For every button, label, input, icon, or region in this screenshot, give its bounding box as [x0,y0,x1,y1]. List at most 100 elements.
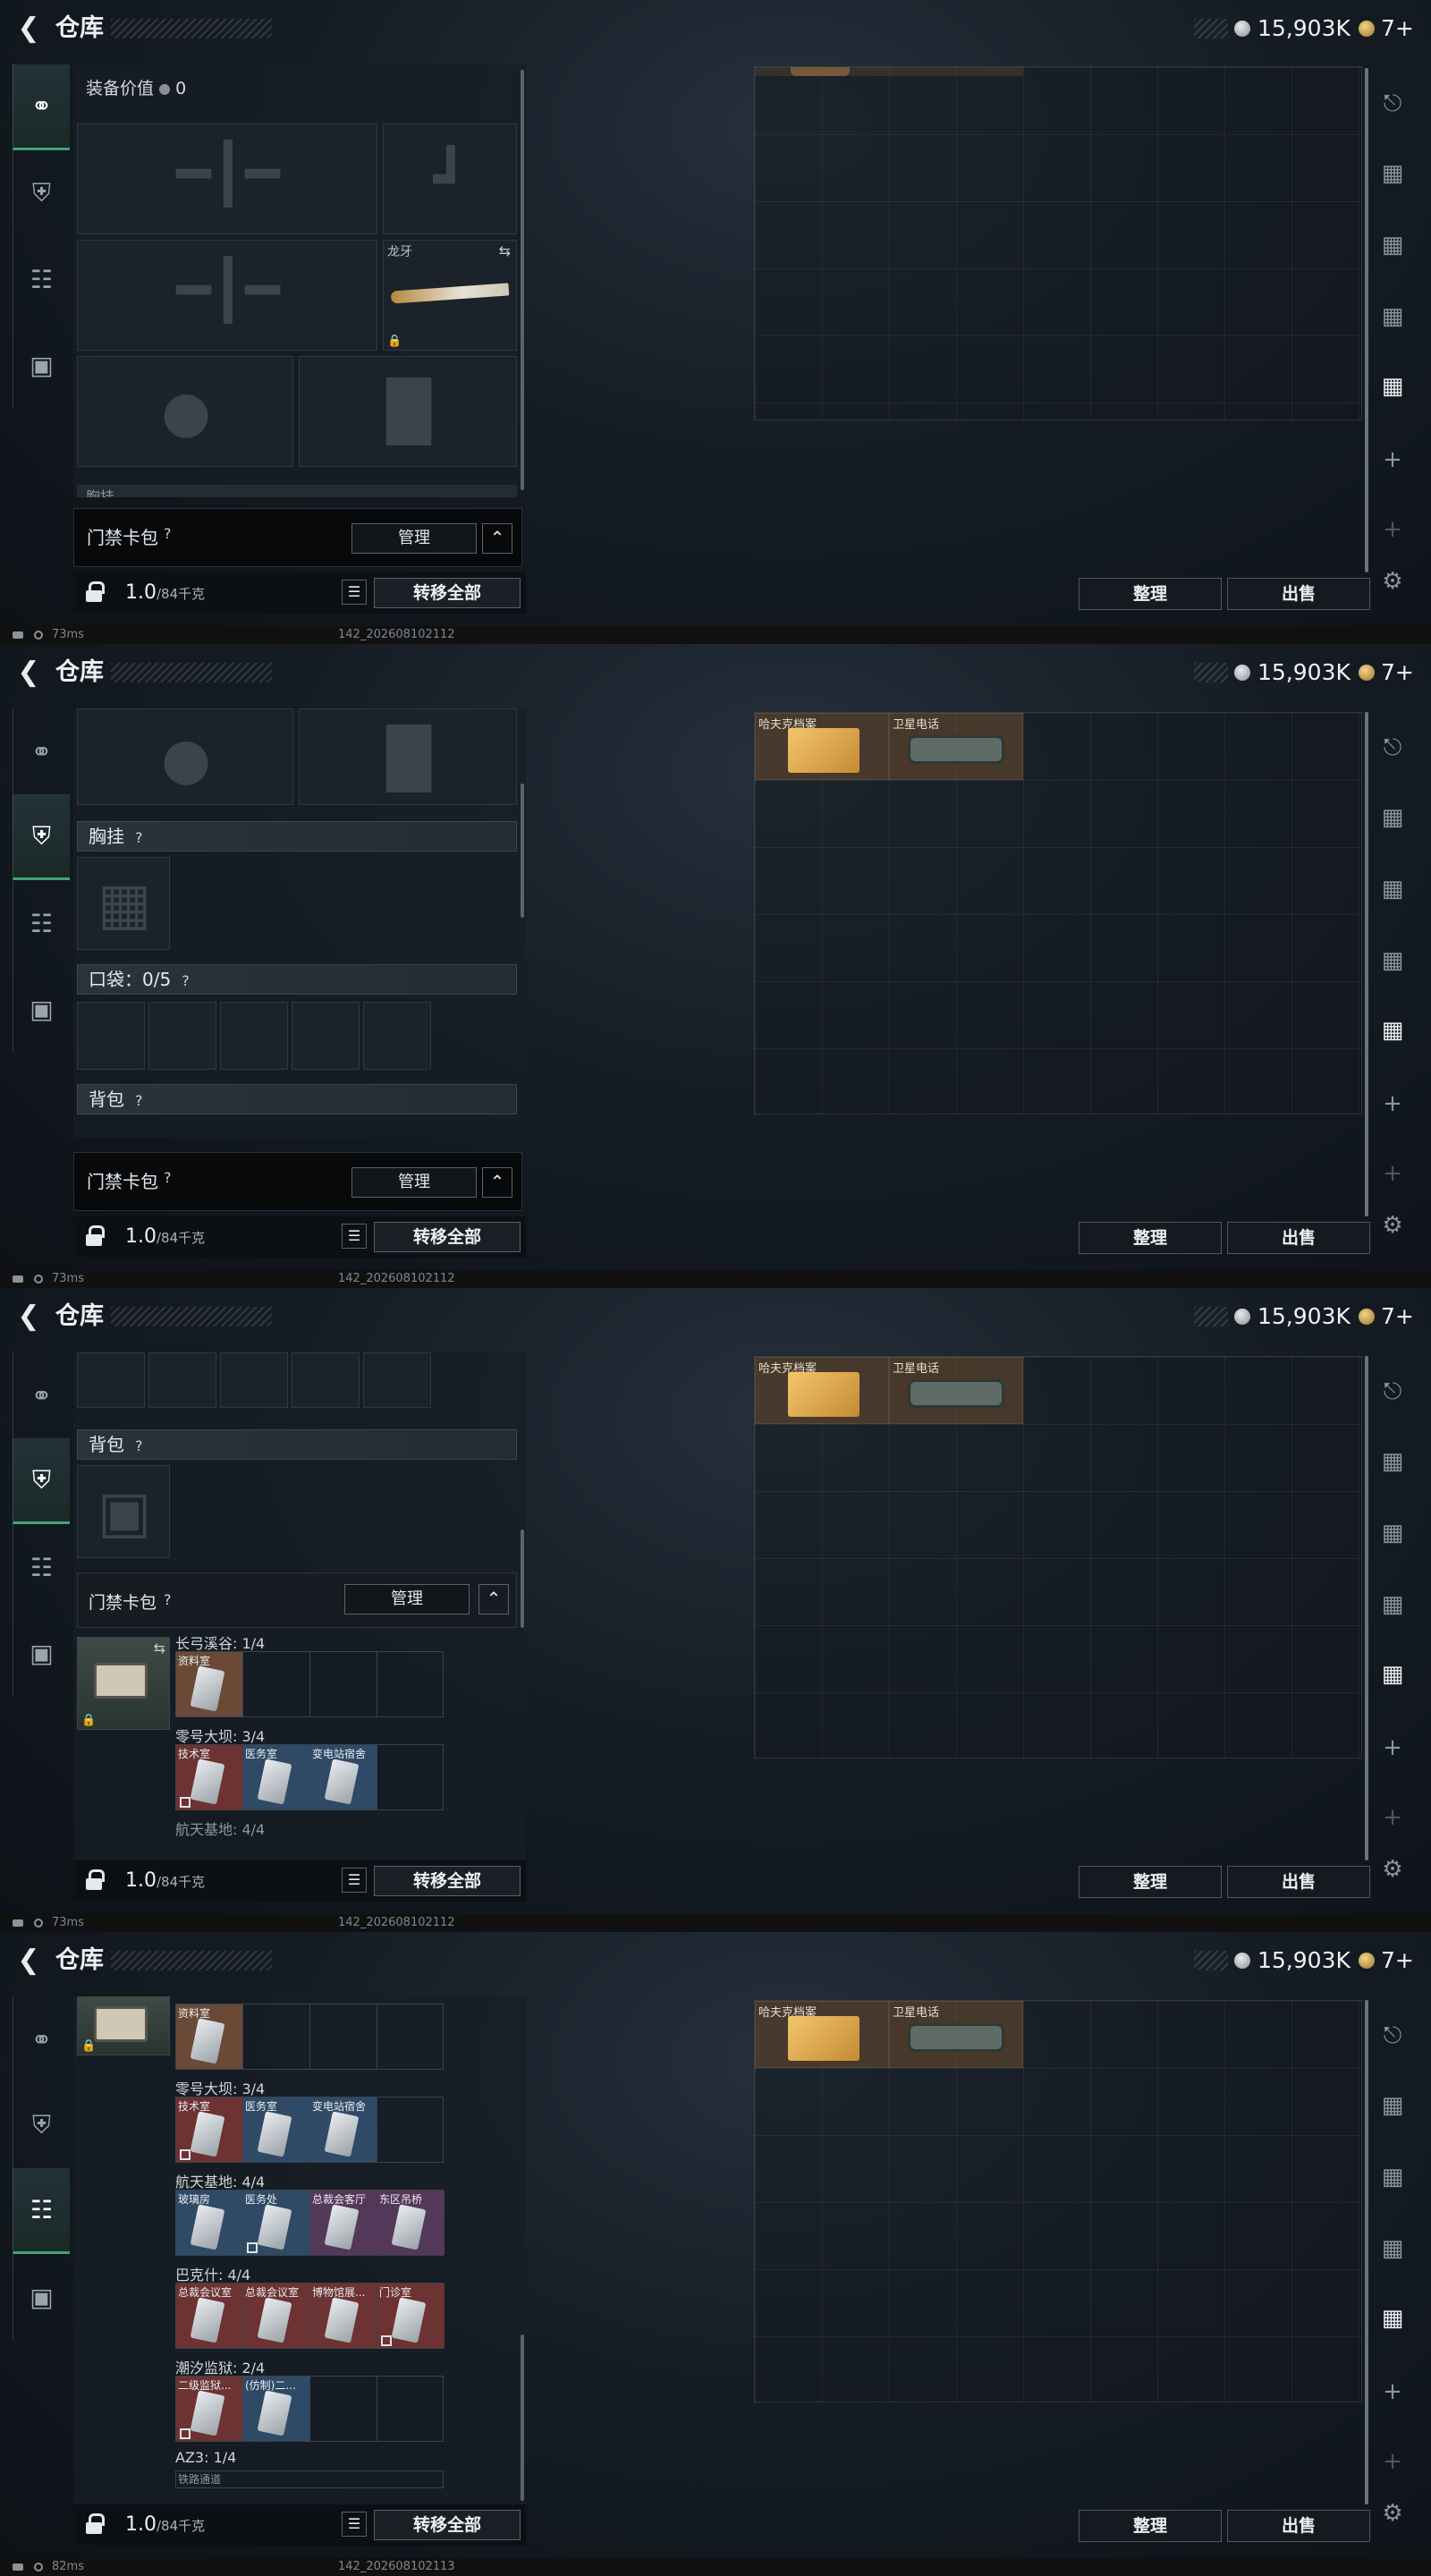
add-tab-icon[interactable]: + [1375,1156,1410,1191]
move-all-button[interactable]: 转移全部 [374,1222,521,1252]
keycard-slot[interactable]: 医务室 [243,1745,310,1809]
stash-tab-icon[interactable]: ▦ [1375,1444,1410,1479]
ticket-count[interactable]: 7+ [1381,1945,1414,1977]
manage-button[interactable]: 管理 [344,1584,470,1614]
help-icon[interactable]: ? [164,525,172,542]
sort-button[interactable]: 整理 [1079,2510,1222,2542]
keycard-slot-empty[interactable] [243,1652,310,1716]
sell-button[interactable]: 出售 [1227,578,1370,610]
keycard-slot-empty[interactable] [310,2377,377,2441]
stash-grid[interactable]: 哈夫克档案 卫星电话 [754,1356,1362,1758]
stash-tab-icon[interactable]: ▦ [1375,1515,1410,1551]
stash-grid[interactable]: 哈夫克档案 卫星电话 [754,2000,1362,2402]
gear-icon[interactable]: ⚙ [1375,1208,1410,1243]
list-icon[interactable]: ☰ [342,2512,367,2537]
keycard-slot[interactable]: 资料室 [176,1652,243,1716]
armor-icon[interactable]: ⛨ [13,794,70,880]
keycard-slot[interactable]: 博物馆展... [310,2284,377,2348]
armor-icon[interactable]: ⛨ [13,1438,70,1524]
grid-item-satellite-phone[interactable]: 卫星电话 [889,2001,1023,2068]
sort-button[interactable]: 整理 [1079,1222,1222,1254]
stash-scrollbar[interactable] [1365,68,1368,572]
help-icon[interactable]: ? [135,829,143,846]
pocket-slot[interactable] [77,1002,145,1070]
list-icon[interactable]: ☰ [342,1224,367,1249]
manage-button[interactable]: 管理 [351,523,477,554]
clipboard-icon[interactable]: ☷ [13,236,70,322]
swap-icon[interactable]: ⇆ [499,242,511,259]
ticket-count[interactable]: 7+ [1381,1301,1414,1333]
add-tab-icon[interactable]: + [1375,1730,1410,1766]
stash-grid[interactable]: 哈夫克档案 卫星电话 [754,712,1362,1114]
help-icon[interactable]: ? [164,1591,172,1608]
keycard-slot[interactable]: 门诊室 [377,2284,445,2348]
keycard-slot[interactable]: 变电站宿舍 [310,2097,377,2162]
sort-button[interactable]: 整理 [1079,578,1222,610]
stash-tab-icon[interactable]: ▦ [1375,2231,1410,2267]
back-arrow-icon[interactable]: ❮ [13,657,45,689]
gear-icon[interactable]: ⚙ [1375,2496,1410,2531]
pocket-slot[interactable] [363,1002,431,1070]
chest-rig-slot[interactable]: ▦ [77,857,170,950]
keycard-slot[interactable]: 总裁会议室 [243,2284,310,2348]
armor-slot[interactable]: █ [299,356,517,467]
keycard-slot-empty[interactable] [310,1652,377,1716]
gear-icon[interactable]: ⚙ [1375,564,1410,599]
pocket-slot[interactable] [363,1352,431,1408]
back-arrow-icon[interactable]: ❮ [13,13,45,45]
move-all-button[interactable]: 转移全部 [374,2510,521,2540]
grid-item-satellite-phone[interactable]: 卫星电话 [889,1357,1023,1424]
stash-tab-icon[interactable]: ⎋ [1375,86,1410,122]
stash-tab-icon[interactable]: ▦ [1375,227,1410,263]
keycard-book-device[interactable]: 🔒 [77,1996,170,2055]
melee-slot[interactable]: 龙牙 ⇆ 🔒 [383,240,517,351]
add-tab-icon[interactable]: + [1375,1800,1410,1835]
pocket-slot[interactable] [220,1002,288,1070]
add-tab-icon[interactable]: + [1375,512,1410,547]
pistol-slot[interactable]: ┛ [383,123,517,234]
pocket-slot[interactable] [148,1352,216,1408]
secondary-weapon-slot[interactable]: ━┃━ [77,240,377,351]
stash-tab-icon[interactable]: ⎋ [1375,2018,1410,2054]
gun-icon[interactable]: ⚭ [13,64,70,150]
stash-grid[interactable] [754,66,1362,420]
help-icon[interactable]: ? [182,972,190,989]
stash-tab-icon[interactable]: ▦ [1375,156,1410,191]
pocket-slot[interactable] [220,1352,288,1408]
grid-item-satellite-phone[interactable]: 卫星电话 [889,713,1023,780]
stash-tab-icon[interactable]: ▦ [1375,2159,1410,2195]
loadout-scrollbar[interactable] [521,1530,524,1628]
keycard-slot-empty[interactable] [243,2004,310,2069]
clipboard-icon[interactable]: ☷ [13,1524,70,1610]
add-tab-icon[interactable]: + [1375,442,1410,478]
move-all-button[interactable]: 转移全部 [374,1866,521,1896]
keycard-slot[interactable]: 资料室 [176,2004,243,2069]
armor-icon[interactable]: ⛨ [13,150,70,236]
gun-icon[interactable]: ⚭ [13,1996,70,2082]
stash-scrollbar[interactable] [1365,712,1368,1216]
stash-scrollbar[interactable] [1365,2000,1368,2504]
swap-icon[interactable]: ⇆ [154,1640,165,1657]
keycard-slot[interactable]: 总裁会客厅 [310,2190,377,2255]
keycard-slot[interactable]: 二级监狱... [176,2377,243,2441]
briefcase-icon[interactable]: ▣ [13,1610,70,1696]
briefcase-icon[interactable]: ▣ [13,2254,70,2340]
stash-tab-icon[interactable]: ▦ [1375,299,1410,335]
loadout-scrollbar[interactable] [521,784,524,918]
armor-slot[interactable]: █ [299,708,517,805]
back-arrow-icon[interactable]: ❮ [13,1301,45,1333]
sell-button[interactable]: 出售 [1227,2510,1370,2542]
pocket-slot[interactable] [77,1352,145,1408]
loadout-scrollbar[interactable] [521,70,524,490]
ticket-count[interactable]: 7+ [1381,13,1414,45]
keycard-slot[interactable]: 玻璃房 [176,2190,243,2255]
briefcase-icon[interactable]: ▣ [13,322,70,408]
primary-weapon-slot[interactable]: ━┃━ [77,123,377,234]
keycard-slot[interactable]: (仿制)二... [243,2377,310,2441]
sell-button[interactable]: 出售 [1227,1866,1370,1898]
add-tab-icon[interactable]: + [1375,1086,1410,1122]
stash-tab-icon[interactable]: ▦ [1375,871,1410,907]
stash-tab-icon[interactable]: ⎋ [1375,1374,1410,1410]
keycard-slot[interactable]: 医务室 [243,2097,310,2162]
loadout-scrollbar[interactable] [521,2334,524,2501]
